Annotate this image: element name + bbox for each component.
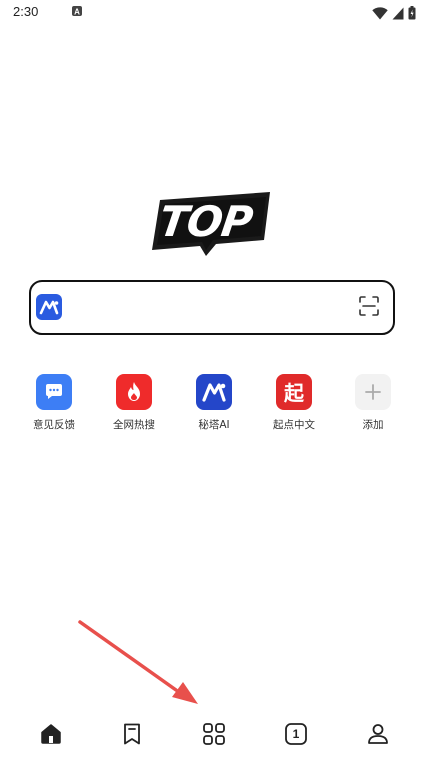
metaso-app-icon[interactable]: [36, 294, 62, 320]
grid-icon[interactable]: [201, 721, 227, 747]
shortcut-label: 全网热搜: [113, 419, 155, 431]
bookmark-icon[interactable]: [119, 721, 145, 747]
shortcut-label: 添加: [362, 419, 384, 431]
svg-text:A: A: [74, 8, 80, 17]
shortcut-label: 秘塔AI: [198, 419, 230, 431]
shortcut-label: 意见反馈: [33, 419, 75, 431]
shortcut-metaso[interactable]: 秘塔AI: [179, 374, 249, 438]
metaso-icon: [196, 374, 232, 410]
shortcut-qidian[interactable]: 起 起点中文: [259, 374, 329, 438]
profile-icon[interactable]: [365, 721, 391, 747]
shortcut-hot-search[interactable]: 全网热搜: [99, 374, 169, 438]
tab-count: 1: [292, 727, 300, 741]
feedback-icon: [36, 374, 72, 410]
shortcut-add[interactable]: 添加: [338, 374, 408, 438]
fire-icon: [116, 374, 152, 410]
search-bar[interactable]: [29, 280, 395, 335]
shortcut-label: 起点中文: [273, 419, 315, 431]
qidian-icon: 起: [276, 374, 312, 410]
svg-text:起: 起: [283, 381, 305, 405]
battery-icon: [408, 5, 416, 24]
shortcut-grid: 意见反馈 全网热搜 秘塔AI 起 起点中文 添加: [0, 374, 428, 444]
status-bar: 2:30 A: [0, 0, 428, 24]
home-icon[interactable]: [38, 721, 64, 747]
status-icons: [372, 5, 416, 24]
plus-icon: [355, 374, 391, 410]
wifi-icon: [372, 5, 388, 24]
bottom-nav: 1: [0, 712, 428, 756]
search-input[interactable]: [73, 292, 347, 324]
scan-icon[interactable]: [358, 295, 380, 317]
status-time: 2:30: [13, 4, 39, 19]
notification-icon: A: [72, 6, 82, 16]
signal-icon: [392, 5, 404, 24]
shortcut-feedback[interactable]: 意见反馈: [19, 374, 89, 438]
svg-text:TOP: TOP: [156, 197, 256, 246]
tabs-icon[interactable]: 1: [283, 721, 309, 747]
top-logo: TOP: [150, 190, 274, 258]
